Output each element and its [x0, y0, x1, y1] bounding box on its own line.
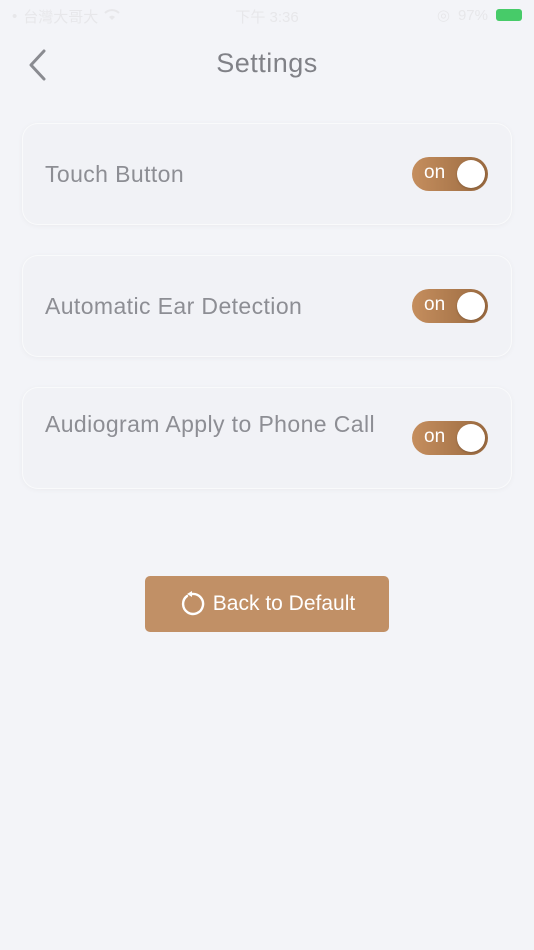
- setting-card-touch-button: Touch Button on: [22, 123, 512, 225]
- reset-icon: [181, 591, 205, 616]
- lock-rotation-icon: ◎: [436, 7, 450, 24]
- battery-percent: 97%: [457, 6, 488, 24]
- page-title: Settings: [216, 48, 318, 78]
- setting-label: Automatic Ear Detection: [45, 293, 303, 319]
- setting-label: Touch Button: [45, 161, 185, 187]
- header: Settings: [0, 40, 534, 90]
- setting-card-audiogram-phone-call: Audiogram Apply to Phone Call on: [22, 387, 512, 489]
- back-to-default-label: Back to Default: [212, 592, 356, 615]
- status-bar: • 台灣大哥大 下午 3:36 ◎ 97%: [0, 0, 534, 32]
- setting-card-ear-detection: Automatic Ear Detection on: [22, 255, 512, 357]
- toggle-knob: [457, 424, 485, 452]
- battery-icon: [496, 9, 522, 21]
- back-to-default-button[interactable]: Back to Default: [145, 576, 389, 632]
- toggle-knob: [457, 292, 485, 320]
- setting-label: Audiogram Apply to Phone Call: [45, 411, 375, 437]
- ear-detection-toggle[interactable]: on: [412, 289, 488, 323]
- toggle-state-label: on: [424, 426, 446, 447]
- touch-button-toggle[interactable]: on: [412, 157, 488, 191]
- status-right: ◎ 97%: [437, 6, 522, 24]
- toggle-knob: [457, 160, 485, 188]
- audiogram-phone-call-toggle[interactable]: on: [412, 421, 488, 455]
- toggle-state-label: on: [424, 162, 446, 183]
- toggle-state-label: on: [424, 294, 446, 315]
